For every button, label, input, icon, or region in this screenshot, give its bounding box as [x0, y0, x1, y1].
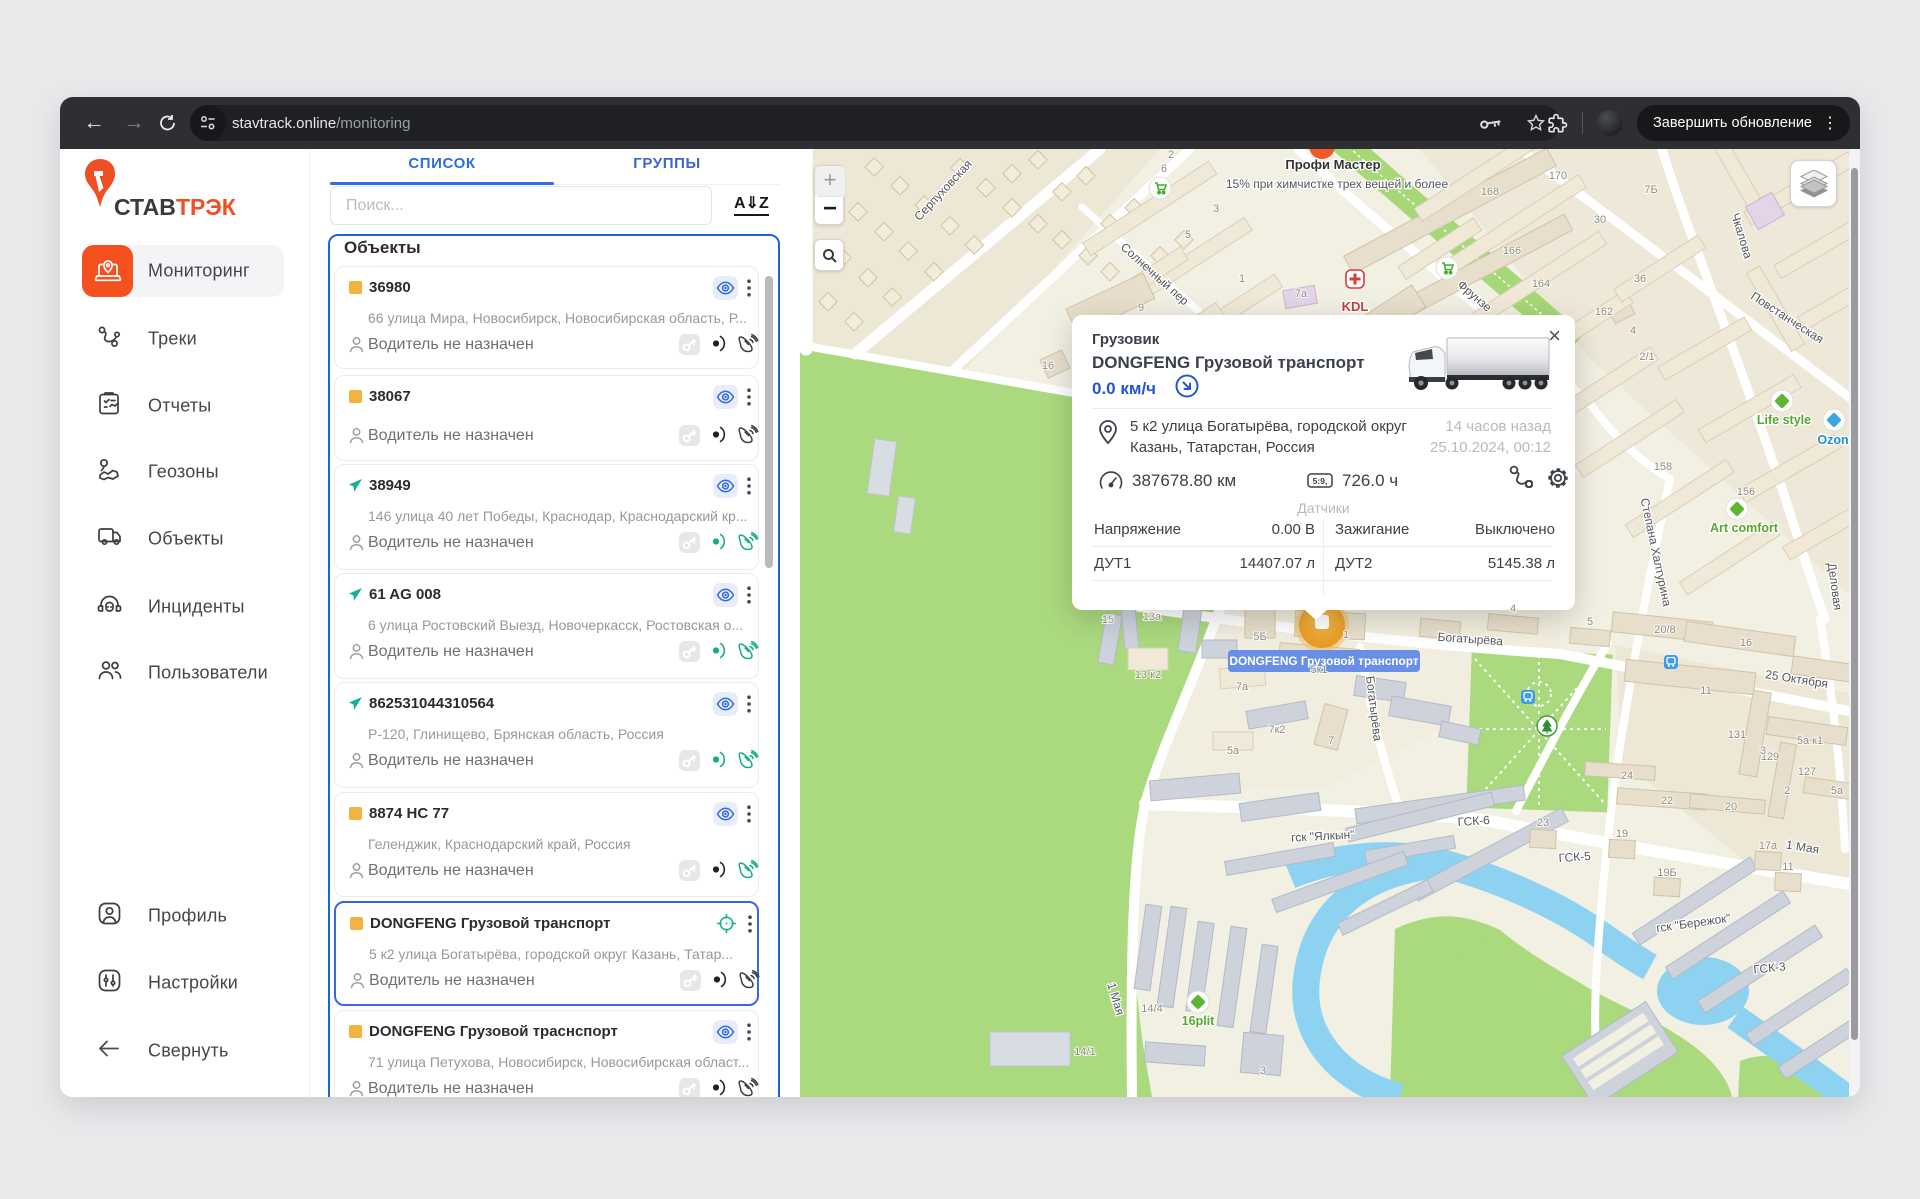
svg-text:16: 16	[1740, 637, 1752, 649]
svg-text:5: 5	[1185, 229, 1191, 241]
svg-text:3: 3	[1213, 203, 1219, 215]
svg-text:Деловая: Деловая	[1825, 562, 1845, 611]
svg-text:1: 1	[1343, 629, 1349, 641]
svg-text:11: 11	[1782, 861, 1793, 873]
svg-text:ГСК-5: ГСК-5	[1558, 849, 1592, 865]
svg-text:13а: 13а	[1143, 611, 1162, 623]
svg-text:158: 158	[1654, 461, 1672, 473]
svg-text:16plit: 16plit	[1182, 1014, 1215, 1028]
svg-text:6: 6	[1161, 163, 1167, 175]
svg-text:Степана Халтурина: Степана Халтурина	[1638, 497, 1675, 608]
svg-text:ТРЭК: ТРЭК	[176, 194, 237, 220]
svg-text:19: 19	[1616, 828, 1628, 840]
svg-text:5Б: 5Б	[1253, 631, 1266, 643]
svg-text:20/8: 20/8	[1654, 624, 1675, 636]
svg-text:162: 162	[1595, 306, 1613, 318]
svg-text:ГСК-6: ГСК-6	[1457, 813, 1491, 829]
svg-text:170: 170	[1549, 170, 1567, 182]
svg-text:2: 2	[1168, 149, 1174, 161]
svg-text:19Б: 19Б	[1657, 867, 1676, 879]
svg-text:Life style: Life style	[1757, 413, 1811, 427]
svg-text:7: 7	[1328, 735, 1334, 747]
svg-text:30: 30	[1594, 214, 1606, 226]
svg-text:23: 23	[1537, 817, 1549, 829]
svg-text:7к2: 7к2	[1268, 724, 1285, 736]
svg-text:2/1: 2/1	[1639, 351, 1654, 363]
svg-text:Фрунзе: Фрунзе	[1455, 277, 1495, 314]
svg-text:Art comfort: Art comfort	[1710, 521, 1779, 535]
svg-text:20: 20	[1725, 801, 1737, 813]
svg-text:2: 2	[1784, 785, 1790, 797]
svg-text:156: 156	[1737, 486, 1755, 498]
svg-text:гск "Бережок": гск "Бережок"	[1655, 911, 1731, 935]
svg-text:гск "Ялкын": гск "Ялкын"	[1291, 827, 1355, 844]
svg-text:Серпуховская: Серпуховская	[911, 157, 974, 224]
svg-text:Профи Мастер: Профи Мастер	[1285, 157, 1380, 172]
svg-text:3: 3	[1760, 745, 1766, 757]
svg-text:Солнечный пер: Солнечный пер	[1118, 240, 1192, 308]
svg-text:5: 5	[1587, 616, 1593, 628]
svg-text:Богатырёва: Богатырёва	[1363, 675, 1385, 742]
svg-text:5а: 5а	[1227, 745, 1240, 757]
svg-text:Богатырёва: Богатырёва	[1437, 630, 1504, 649]
svg-text:1 Мая: 1 Мая	[1104, 981, 1127, 1017]
svg-text:5а к1: 5а к1	[1797, 735, 1823, 747]
svg-text:14/4: 14/4	[1141, 1003, 1162, 1015]
svg-text:13 к2: 13 к2	[1135, 669, 1161, 681]
svg-text:ГСК-3: ГСК-3	[1753, 959, 1787, 976]
svg-text:5а: 5а	[1831, 785, 1844, 797]
svg-text:7Б: 7Б	[1644, 184, 1657, 196]
svg-text:9: 9	[1138, 302, 1144, 314]
svg-text:7а: 7а	[1236, 681, 1249, 693]
svg-text:36: 36	[1634, 273, 1646, 285]
svg-text:СТАВ: СТАВ	[114, 194, 176, 220]
svg-text:166: 166	[1503, 245, 1521, 257]
svg-text:15% при химчистке трех вещей и: 15% при химчистке трех вещей и более	[1226, 177, 1449, 191]
svg-text:1 Мая: 1 Мая	[1785, 838, 1820, 857]
svg-text:Чкалова: Чкалова	[1728, 211, 1755, 260]
svg-text:Повстанческая: Повстанческая	[1748, 289, 1826, 346]
svg-text:25 Октября: 25 Октября	[1764, 667, 1829, 691]
svg-text:11: 11	[1700, 685, 1711, 697]
svg-text:131: 131	[1728, 729, 1746, 741]
svg-text:164: 164	[1532, 278, 1550, 290]
svg-text:3: 3	[1260, 1065, 1266, 1077]
svg-text:Ozon: Ozon	[1817, 433, 1848, 447]
svg-text:1: 1	[1239, 273, 1245, 285]
svg-text:168: 168	[1481, 186, 1499, 198]
svg-text:22: 22	[1661, 795, 1673, 807]
svg-text:7а: 7а	[1295, 288, 1308, 300]
svg-text:17а: 17а	[1759, 840, 1778, 852]
svg-text:4: 4	[1630, 325, 1636, 337]
svg-text:4: 4	[1510, 603, 1516, 615]
svg-text:14/1: 14/1	[1074, 1046, 1095, 1058]
svg-text:24: 24	[1621, 770, 1633, 782]
svg-text:127: 127	[1798, 766, 1816, 778]
svg-text:16: 16	[1042, 360, 1054, 372]
svg-text:15: 15	[1102, 614, 1114, 626]
svg-text:KDL: KDL	[1342, 299, 1369, 314]
svg-text:5к1: 5к1	[1310, 664, 1327, 676]
